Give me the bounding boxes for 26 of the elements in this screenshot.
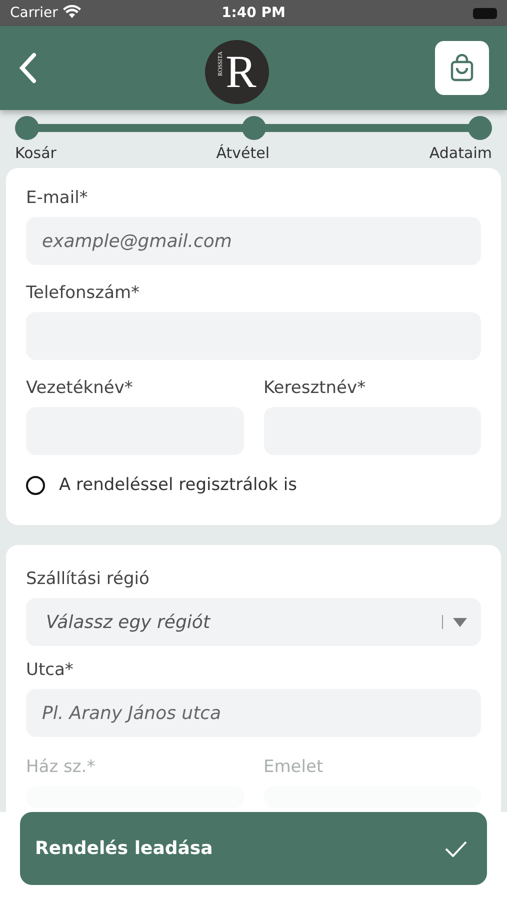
field-label: Emelet xyxy=(264,757,324,777)
submit-button[interactable]: Rendelés leadása xyxy=(20,812,487,885)
field-label: Vezetéknév* xyxy=(26,378,134,398)
field-label: Telefonszám* xyxy=(26,283,141,303)
back-button[interactable] xyxy=(18,52,38,84)
step-label: Adataim xyxy=(429,144,492,162)
field-label: E-mail* xyxy=(26,188,89,208)
field-label: Szállítási régió xyxy=(26,569,150,589)
step-label: Átvétel xyxy=(216,144,270,162)
field-label: Keresztnév* xyxy=(264,378,367,398)
battery-icon xyxy=(473,8,498,18)
shopping-bag-icon xyxy=(449,54,475,82)
field-label: Ház sz.* xyxy=(26,757,96,777)
field-label: Utca* xyxy=(26,660,74,680)
status-time: 1:40 PM xyxy=(222,5,286,21)
cart-button[interactable] xyxy=(435,41,489,95)
step-label: Kosár xyxy=(15,144,56,162)
radio-button[interactable] xyxy=(26,476,45,494)
email-field[interactable]: example@gmail.com xyxy=(26,217,481,265)
street-field[interactable]: Pl. Arany János utca xyxy=(26,689,481,737)
check-icon xyxy=(445,840,467,856)
region-dropdown[interactable]: Válassz egy régiót xyxy=(26,598,481,646)
radio-label: A rendeléssel regisztrálok is xyxy=(59,475,298,495)
caret-icon xyxy=(453,618,467,626)
wifi-icon xyxy=(62,5,81,18)
carrier-label: Carrier xyxy=(10,5,58,21)
